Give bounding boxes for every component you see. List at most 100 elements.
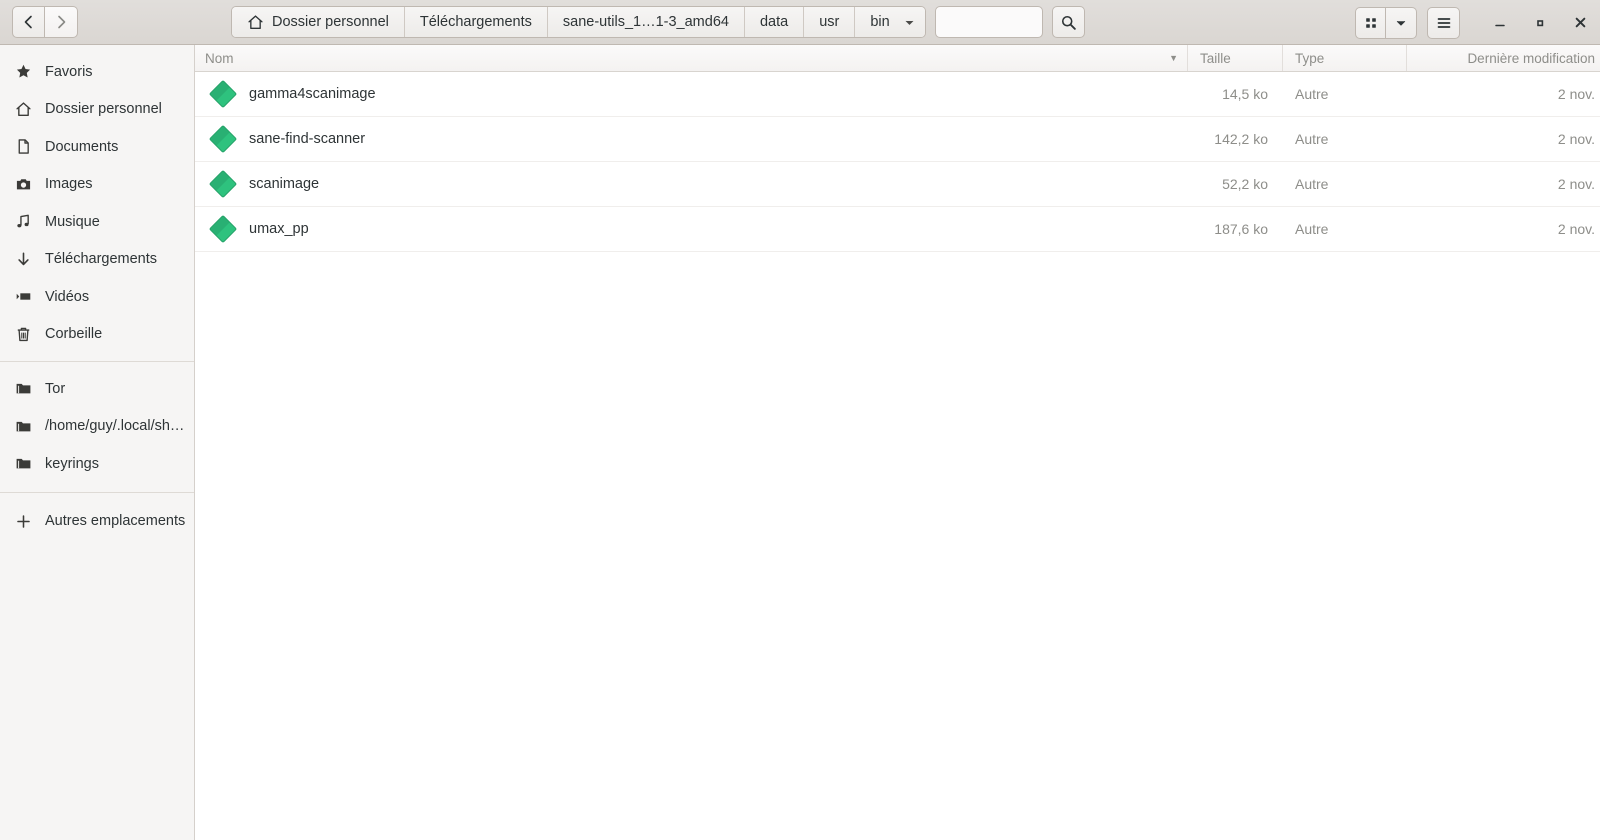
sidebar-item-keyrings[interactable]: keyrings [0, 445, 194, 483]
window-controls [1480, 0, 1600, 45]
minimize-button[interactable] [1480, 0, 1520, 45]
sidebar-separator [0, 491, 194, 493]
breadcrumb-item-bin[interactable]: bin [855, 7, 925, 37]
breadcrumb-item-usr[interactable]: usr [804, 7, 856, 37]
sidebar-item-tor[interactable]: Tor [0, 370, 194, 408]
file-type: Autre [1295, 131, 1329, 147]
close-icon [1575, 17, 1585, 28]
search-button[interactable] [1051, 6, 1085, 38]
column-header-label: Dernière modification [1467, 50, 1595, 66]
file-type: Autre [1295, 86, 1329, 102]
file-size: 187,6 ko [1214, 221, 1268, 237]
sidebar-item-label: Tor [45, 380, 66, 397]
sidebar: Favoris Dossier personnel Documents Imag… [0, 45, 195, 840]
sidebar-item-dossier-personnel[interactable]: Dossier personnel [0, 91, 194, 129]
sidebar-item-label: /home/guy/.local/sh… [45, 418, 185, 435]
file-name: gamma4scanimage [249, 86, 376, 102]
camera-icon [15, 176, 32, 193]
sidebar-item-favoris[interactable]: Favoris [0, 53, 194, 91]
file-size: 14,5 ko [1222, 86, 1268, 102]
document-icon [15, 138, 32, 155]
file-name: scanimage [249, 176, 320, 192]
home-icon [15, 101, 32, 118]
sidebar-item-label: Musique [45, 213, 100, 230]
file-list-area: Nom ▼ Taille Type Dernière modification [195, 45, 1600, 840]
file-modified: 2 nov. [1557, 131, 1595, 147]
breadcrumb-item-downloads[interactable]: Téléchargements [404, 7, 548, 37]
sidebar-item-telechargements[interactable]: Téléchargements [0, 241, 194, 279]
video-icon [15, 288, 32, 305]
maximize-button[interactable] [1520, 0, 1560, 45]
file-rows: gamma4scanimage 14,5 ko Autre 2 nov. san… [195, 72, 1600, 840]
view-options-dropdown-button[interactable] [1386, 6, 1417, 39]
chevron-down-icon [905, 20, 914, 25]
sidebar-item-videos[interactable]: Vidéos [0, 278, 194, 316]
file-name-cell: scanimage [195, 169, 1188, 199]
table-row[interactable]: umax_pp 187,6 ko Autre 2 nov. [195, 207, 1600, 252]
table-row[interactable]: gamma4scanimage 14,5 ko Autre 2 nov. [195, 72, 1600, 117]
file-modified: 2 nov. [1557, 86, 1595, 102]
sidebar-item-local-share[interactable]: /home/guy/.local/sh… [0, 408, 194, 446]
sidebar-item-corbeille[interactable]: Corbeille [0, 316, 194, 354]
column-header-type[interactable]: Type [1283, 45, 1407, 71]
sidebar-item-label: Documents [45, 138, 119, 155]
view-mode-group [1355, 6, 1417, 39]
breadcrumb-label: usr [819, 14, 840, 30]
search-input[interactable] [934, 6, 1043, 38]
breadcrumb-item-package[interactable]: sane-utils_1…1-3_amd64 [547, 7, 745, 37]
hamburger-menu-icon [1437, 17, 1450, 28]
breadcrumb-item-home[interactable]: Dossier personnel [232, 7, 405, 37]
sidebar-item-label: Corbeille [45, 326, 103, 343]
folder-icon [15, 418, 32, 435]
sidebar-separator [0, 361, 194, 362]
column-header-modified[interactable]: Dernière modification [1407, 45, 1600, 71]
breadcrumb-label: Téléchargements [419, 14, 532, 30]
breadcrumb-label: sane-utils_1…1-3_amd64 [562, 14, 729, 30]
file-name: sane-find-scanner [249, 131, 366, 147]
chevron-right-icon [58, 15, 66, 29]
chevron-left-icon [24, 15, 32, 29]
sidebar-item-autres-emplacements[interactable]: Autres emplacements [0, 503, 194, 541]
breadcrumb: Dossier personnel Téléchargements sane-u… [231, 6, 926, 38]
file-modified: 2 nov. [1557, 176, 1595, 192]
trash-icon [15, 326, 32, 343]
breadcrumb-label: Dossier personnel [272, 14, 389, 30]
music-note-icon [15, 213, 32, 230]
grid-view-icon [1365, 17, 1376, 28]
file-modified: 2 nov. [1557, 221, 1595, 237]
breadcrumb-label: data [759, 14, 789, 30]
table-row[interactable]: scanimage 52,2 ko Autre 2 nov. [195, 162, 1600, 207]
window-body: Favoris Dossier personnel Documents Imag… [0, 45, 1600, 840]
maximize-icon [1537, 19, 1544, 26]
sidebar-item-musique[interactable]: Musique [0, 203, 194, 241]
search-icon [1061, 15, 1076, 30]
navigation-buttons [12, 6, 78, 38]
header-bar: Dossier personnel Téléchargements sane-u… [0, 0, 1600, 45]
forward-button[interactable] [45, 6, 78, 38]
back-button[interactable] [12, 6, 45, 38]
file-type: Autre [1295, 221, 1329, 237]
sidebar-item-label: Autres emplacements [45, 513, 186, 530]
column-header-size[interactable]: Taille [1188, 45, 1283, 71]
main-menu-button[interactable] [1427, 6, 1460, 39]
column-header-label: Taille [1200, 50, 1231, 66]
table-row[interactable]: sane-find-scanner 142,2 ko Autre 2 nov. [195, 117, 1600, 162]
file-type: Autre [1295, 176, 1329, 192]
column-header-label: Nom [205, 50, 234, 66]
file-name-cell: umax_pp [195, 214, 1188, 244]
breadcrumb-item-data[interactable]: data [744, 7, 805, 37]
file-name: umax_pp [249, 221, 309, 237]
column-header-name[interactable]: Nom ▼ [195, 45, 1188, 71]
executable-binary-icon [208, 124, 238, 154]
executable-binary-icon [208, 79, 238, 109]
sidebar-item-documents[interactable]: Documents [0, 128, 194, 166]
sidebar-item-label: Images [45, 176, 93, 193]
sidebar-item-images[interactable]: Images [0, 166, 194, 204]
file-name-cell: sane-find-scanner [195, 124, 1188, 154]
close-button[interactable] [1560, 0, 1600, 45]
breadcrumb-label: bin [870, 14, 890, 30]
file-manager-window: Dossier personnel Téléchargements sane-u… [0, 0, 1600, 840]
grid-view-button[interactable] [1355, 6, 1386, 39]
sidebar-item-label: keyrings [45, 455, 99, 472]
folder-icon [15, 380, 32, 397]
